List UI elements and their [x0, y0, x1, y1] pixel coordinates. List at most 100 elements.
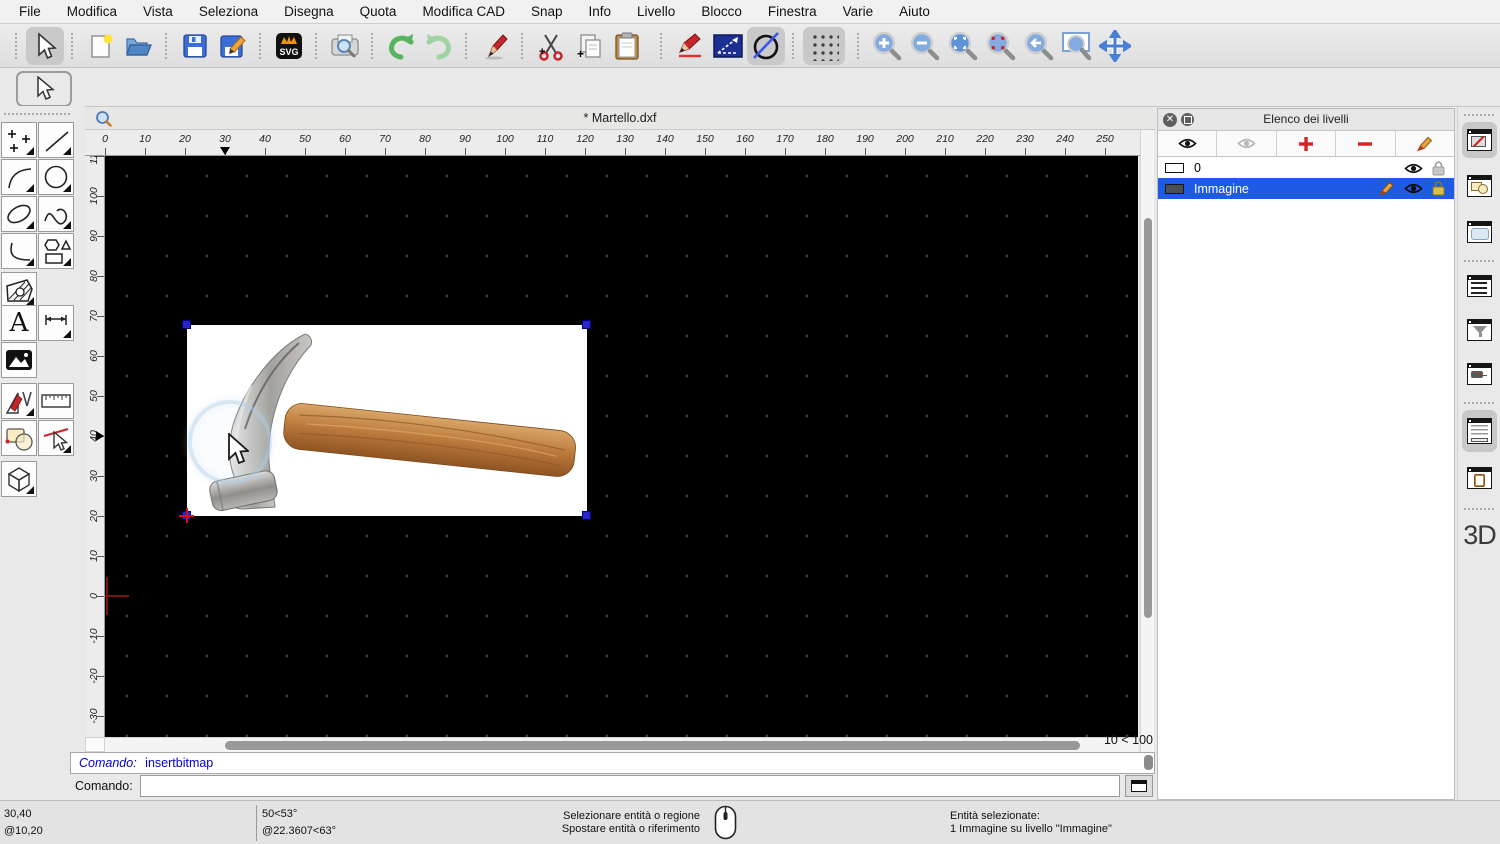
undo-icon: [386, 32, 416, 60]
zoom-window-button[interactable]: [1058, 27, 1096, 65]
zoom-redraw-button[interactable]: [982, 27, 1020, 65]
paste-button[interactable]: [608, 27, 646, 65]
hatch-tool-button[interactable]: [1, 272, 37, 308]
command-input[interactable]: [140, 775, 1120, 797]
zoom-out-button[interactable]: [906, 27, 944, 65]
show-all-layers-button[interactable]: [1158, 131, 1218, 156]
layer-visibility-eye-icon[interactable]: [1404, 182, 1423, 195]
dock-selection-filter-button[interactable]: [1462, 312, 1497, 348]
menu-varie[interactable]: Varie: [830, 4, 887, 19]
vertical-scrollbar-thumb[interactable]: [1144, 218, 1152, 618]
zoom-auto-button[interactable]: [944, 27, 982, 65]
menu-quota[interactable]: Quota: [347, 4, 410, 19]
menu-finestra[interactable]: Finestra: [755, 4, 830, 19]
polyline-tool-button[interactable]: [1, 233, 37, 269]
measure-tool-button[interactable]: [38, 383, 74, 419]
arc-tool-button[interactable]: [1, 159, 37, 195]
menu-vista[interactable]: Vista: [130, 4, 186, 19]
spline-tool-button[interactable]: [38, 196, 74, 232]
redo-button[interactable]: [420, 27, 458, 65]
horizontal-scrollbar[interactable]: [105, 737, 1138, 752]
menu-livello[interactable]: Livello: [624, 4, 688, 19]
points-tool-button[interactable]: [1, 122, 37, 158]
circle-tool-button[interactable]: [38, 159, 74, 195]
undo-button[interactable]: [382, 27, 420, 65]
menu-modifica[interactable]: Modifica: [54, 4, 130, 19]
new-document-button[interactable]: [82, 27, 120, 65]
copy-button[interactable]: +: [570, 27, 608, 65]
menu-blocco[interactable]: Blocco: [688, 4, 755, 19]
menu-aiuto[interactable]: Aiuto: [886, 4, 943, 19]
absolute-coordinates: 30,40: [4, 808, 32, 820]
command-history-scrollbar[interactable]: [1144, 755, 1153, 770]
dock-block-list-button[interactable]: [1462, 168, 1497, 204]
dock-plugin-button[interactable]: [1462, 356, 1497, 392]
drawing-canvas[interactable]: [105, 156, 1138, 737]
menu-snap[interactable]: Snap: [518, 4, 576, 19]
dock-entity-list-button[interactable]: [1462, 268, 1497, 304]
shapes-tool-button[interactable]: [38, 233, 74, 269]
dimension-tool-button[interactable]: [38, 305, 74, 341]
command-history[interactable]: Comando: insertbitmap: [70, 752, 1155, 774]
edit-layer-button[interactable]: [1396, 131, 1454, 156]
blocks-tool-button[interactable]: [1, 420, 37, 456]
attributes-button[interactable]: [671, 27, 709, 65]
save-button[interactable]: [176, 27, 214, 65]
text-tool-button[interactable]: A: [1, 305, 37, 341]
layer-row-immagine[interactable]: Immagine: [1158, 178, 1454, 199]
line-tool-button[interactable]: [38, 122, 74, 158]
layer-lock-icon[interactable]: [1432, 160, 1445, 176]
h-ruler-tick: [665, 148, 666, 155]
menu-file[interactable]: File: [6, 4, 54, 19]
layer-edit-pencil-icon[interactable]: [1378, 181, 1395, 196]
solid-3d-tool-button[interactable]: [1, 461, 37, 497]
select-entities-tool-button[interactable]: [38, 420, 74, 456]
zoom-in-button[interactable]: [868, 27, 906, 65]
modify-tool-button[interactable]: [1, 383, 37, 419]
h-ruler-label: 100: [496, 133, 514, 145]
command-keyboard-button[interactable]: [1125, 775, 1153, 797]
selection-handle-top-right[interactable]: [582, 320, 591, 329]
layer-visibility-eye-icon[interactable]: [1404, 162, 1423, 175]
dock-clipboard-button[interactable]: [1462, 460, 1497, 496]
ortho-angle-button[interactable]: [709, 27, 747, 65]
menu-seleziona[interactable]: Seleziona: [186, 4, 271, 19]
save-as-button[interactable]: [214, 27, 252, 65]
zoom-previous-button[interactable]: [1020, 27, 1058, 65]
v-ruler-tick: [97, 596, 104, 597]
dock-3d-label[interactable]: 3D: [1458, 520, 1500, 551]
select-button[interactable]: [26, 26, 64, 65]
delete-button[interactable]: [476, 27, 514, 65]
dock-command-line-button[interactable]: [1462, 410, 1497, 452]
image-tool-button[interactable]: [1, 342, 37, 378]
open-file-button[interactable]: [120, 27, 158, 65]
hide-all-layers-button[interactable]: [1217, 131, 1277, 156]
selection-tool-button[interactable]: [16, 71, 72, 107]
dock-layer-list-button[interactable]: [1462, 122, 1497, 158]
vertical-scrollbar[interactable]: [1140, 130, 1154, 752]
svg-export-button[interactable]: SVG: [270, 27, 308, 65]
layer-row-0[interactable]: 0: [1158, 158, 1454, 178]
layer-lock-icon[interactable]: [1432, 181, 1445, 196]
print-preview-button[interactable]: [326, 27, 364, 65]
horizontal-scrollbar-thumb[interactable]: [225, 741, 1080, 750]
cut-button[interactable]: +: [532, 27, 570, 65]
cube-3d-icon: [4, 464, 34, 494]
palette-drag-handle[interactable]: [4, 113, 70, 119]
menu-disegna[interactable]: Disegna: [271, 4, 347, 19]
menu-info[interactable]: Info: [576, 4, 625, 19]
zoom-pan-button[interactable]: [1096, 27, 1134, 65]
add-layer-button[interactable]: [1277, 131, 1337, 156]
menu-modifica-cad[interactable]: Modifica CAD: [409, 4, 518, 19]
menu-bar: File Modifica Vista Seleziona Disegna Qu…: [0, 0, 1500, 24]
grid-toggle-button[interactable]: [803, 26, 845, 65]
selection-handle-bottom-right[interactable]: [582, 511, 591, 520]
right-click-hint: Spostare entità o riferimento: [561, 823, 700, 835]
draft-mode-button[interactable]: [747, 26, 785, 65]
h-ruler-label: 30: [219, 133, 231, 145]
ellipse-tool-button[interactable]: [1, 196, 37, 232]
dock-library-browser-button[interactable]: [1462, 214, 1497, 250]
selection-handle-top-left[interactable]: [182, 320, 191, 329]
h-ruler-label: 120: [576, 133, 594, 145]
remove-layer-button[interactable]: [1336, 131, 1396, 156]
